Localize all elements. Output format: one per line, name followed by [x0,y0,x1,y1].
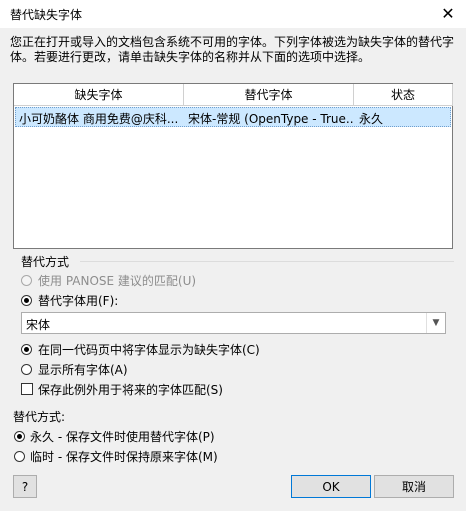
font-combo[interactable]: 宋体 ▼ [21,312,446,334]
substitute-font-radio[interactable] [21,295,32,306]
save-exception-checkbox[interactable] [21,383,33,395]
dialog-title: 替代缺失字体 [10,8,83,22]
substitution-mode-title: 替代方式: [13,410,66,424]
permanent-label: 永久 - 保存文件时使用替代字体(P) [30,430,215,444]
save-exception-label: 保存此例外用于将来的字体匹配(S) [38,383,223,397]
temporary-label: 临时 - 保存文件时保持原来字体(M) [30,450,218,464]
close-icon[interactable]: ✕ [436,2,460,24]
cell-substitute-font: 宋体-常规 (OpenType - True... [188,112,354,126]
panose-label: 使用 PANOSE 建议的匹配(U) [38,274,197,288]
codepage-radio[interactable] [21,344,32,355]
codepage-label: 在同一代码页中将字体显示为缺失字体(C) [38,343,260,357]
cell-missing-font: 小可奶酪体 商用免费@庆科... [19,112,179,126]
cancel-button[interactable]: 取消 [374,475,454,498]
ok-button[interactable]: OK [291,475,371,498]
show-all-fonts-radio[interactable] [21,364,32,375]
chevron-down-icon[interactable]: ▼ [426,313,445,333]
panose-radio[interactable] [21,275,32,286]
group-divider [80,261,454,262]
missing-fonts-list[interactable]: 缺失字体 替代字体 状态 小可奶酪体 商用免费@庆科... 宋体-常规 (Ope… [13,83,453,249]
permanent-radio[interactable] [14,431,25,442]
show-all-fonts-label: 显示所有字体(A) [38,363,128,377]
substitute-font-label: 替代字体用(F): [38,294,119,308]
table-row[interactable]: 小可奶酪体 商用免费@庆科... 宋体-常规 (OpenType - True.… [15,107,451,127]
replacement-group-title: 替代方式 [21,255,70,269]
font-combo-value: 宋体 [26,318,51,332]
column-header-missing-font[interactable]: 缺失字体 [14,84,184,106]
description-text: 您正在打开或导入的文档包含系统不可用的字体。下列字体被选为缺失字体的替代字体。若… [10,35,455,64]
help-button[interactable]: ? [13,475,37,498]
temporary-radio[interactable] [14,451,25,462]
cell-status: 永久 [359,112,384,126]
column-header-substitute-font[interactable]: 替代字体 [184,84,354,106]
column-header-status[interactable]: 状态 [354,84,453,106]
